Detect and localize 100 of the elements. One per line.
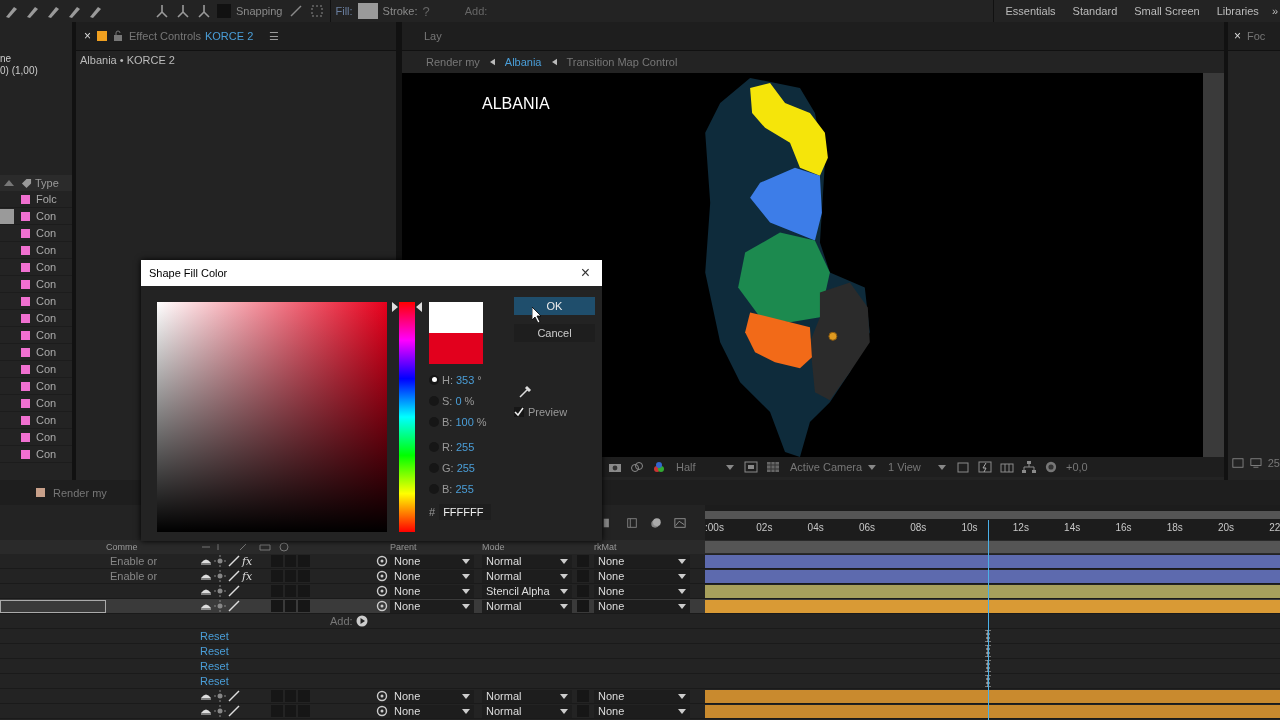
project-item[interactable]: Con xyxy=(36,295,57,307)
project-item[interactable]: Folc xyxy=(36,193,57,205)
project-item[interactable]: Con xyxy=(36,397,57,409)
breadcrumb[interactable]: Albania xyxy=(504,56,542,68)
project-item[interactable]: Con xyxy=(36,329,57,341)
grid-icon[interactable] xyxy=(766,461,780,473)
project-row[interactable]: Con xyxy=(0,378,72,395)
project-item[interactable]: Con xyxy=(36,346,57,358)
mode-dropdown[interactable]: Stencil Alpha xyxy=(482,584,572,598)
switch-box[interactable] xyxy=(298,600,310,612)
workspace-tab[interactable]: Libraries xyxy=(1208,5,1267,17)
mode-dropdown[interactable]: Normal xyxy=(482,689,572,703)
pick-whip-icon[interactable] xyxy=(376,600,388,612)
layer-bar[interactable] xyxy=(705,569,1280,583)
column-header[interactable]: Comme xyxy=(106,542,200,552)
pick-whip-icon[interactable] xyxy=(376,690,388,702)
reset-link[interactable]: Reset xyxy=(200,675,229,687)
project-row[interactable]: Con xyxy=(0,310,72,327)
layer-row[interactable]: Enable or fx None Normal None xyxy=(0,569,1280,584)
keyframe-icon[interactable] xyxy=(985,660,991,672)
pen-icon[interactable] xyxy=(228,690,240,702)
project-row[interactable]: Con xyxy=(0,344,72,361)
close-button[interactable]: × xyxy=(576,264,594,282)
camera-dropdown[interactable]: Active Camera xyxy=(788,461,878,473)
project-item[interactable]: Con xyxy=(36,448,57,460)
switch-box[interactable] xyxy=(577,600,589,612)
frames-icon[interactable] xyxy=(625,516,639,529)
project-item[interactable]: Con xyxy=(36,278,57,290)
project-row[interactable]: Con xyxy=(0,395,72,412)
eyedropper-icon[interactable] xyxy=(518,385,532,399)
project-row[interactable]: Con xyxy=(0,293,72,310)
layer-bar[interactable] xyxy=(705,599,1280,613)
pen-icon[interactable] xyxy=(228,585,240,597)
preview-checkbox[interactable] xyxy=(514,407,524,417)
exposure-icon[interactable] xyxy=(1044,461,1058,473)
layer-row[interactable]: None Normal None xyxy=(0,599,1280,614)
parent-dropdown[interactable]: None xyxy=(390,584,474,598)
toggle-icon[interactable] xyxy=(956,461,970,473)
pick-whip-icon[interactable] xyxy=(376,705,388,717)
menu-icon[interactable]: ☰ xyxy=(269,29,280,43)
sun-icon[interactable] xyxy=(214,555,226,567)
project-item[interactable]: Con xyxy=(36,261,57,273)
value-field[interactable]: 0 xyxy=(455,394,462,407)
pen-icon[interactable] xyxy=(228,600,240,612)
sun-icon[interactable] xyxy=(214,585,226,597)
project-row[interactable]: Con xyxy=(0,259,72,276)
reset-link[interactable]: Reset xyxy=(200,630,229,642)
value-field[interactable]: 255 xyxy=(456,440,475,453)
column-header[interactable]: rkMat xyxy=(594,542,690,552)
project-row[interactable]: Con xyxy=(0,412,72,429)
switch-box[interactable] xyxy=(271,600,283,612)
value-field[interactable]: 353 xyxy=(456,373,475,386)
saturation-brightness-field[interactable] xyxy=(157,302,387,532)
parent-dropdown[interactable]: None xyxy=(390,554,474,568)
ok-button[interactable]: OK xyxy=(514,297,595,315)
project-row[interactable]: Con xyxy=(0,225,72,242)
parent-dropdown[interactable]: None xyxy=(390,569,474,583)
reset-link[interactable]: Reset xyxy=(200,660,229,672)
hex-field[interactable]: FFFFFF xyxy=(439,504,492,520)
project-row[interactable]: Folc xyxy=(0,191,72,208)
value-field[interactable]: 255 xyxy=(455,482,474,495)
panel-tab[interactable]: Effect Controls xyxy=(129,30,201,42)
track-matte-dropdown[interactable]: None xyxy=(594,689,690,703)
parent-dropdown[interactable]: None xyxy=(390,689,474,703)
region-icon[interactable] xyxy=(744,461,758,473)
close-icon[interactable]: × xyxy=(84,29,91,43)
track-matte-dropdown[interactable]: None xyxy=(594,569,690,583)
layer-row[interactable]: None Stencil Alpha None xyxy=(0,584,1280,599)
panel-tab[interactable]: Foc xyxy=(1247,30,1266,42)
breadcrumb[interactable]: Render my xyxy=(426,56,480,68)
motion-blur-icon[interactable] xyxy=(649,516,663,529)
close-icon[interactable]: × xyxy=(1234,29,1241,43)
project-item[interactable]: Con xyxy=(36,244,57,256)
play-circle-icon[interactable] xyxy=(355,615,368,627)
value-field[interactable]: 255 xyxy=(456,461,475,474)
workspace-tab[interactable]: Essentials xyxy=(997,5,1064,17)
axis-icon[interactable] xyxy=(175,3,191,19)
pick-whip-icon[interactable] xyxy=(376,555,388,567)
fill-swatch[interactable] xyxy=(357,3,378,19)
effects-switch[interactable]: fx xyxy=(242,554,254,568)
project-item[interactable]: Con xyxy=(36,210,57,222)
layers-icon[interactable] xyxy=(1000,461,1014,473)
project-row[interactable]: Con xyxy=(0,361,72,378)
pick-whip-icon[interactable] xyxy=(376,570,388,582)
mode-dropdown[interactable]: Normal xyxy=(482,569,572,583)
project-item[interactable]: Con xyxy=(36,414,57,426)
mode-dropdown[interactable]: Normal xyxy=(482,554,572,568)
sort-icon[interactable] xyxy=(4,180,14,186)
back-arrow-icon[interactable] xyxy=(551,58,557,66)
lightning-icon[interactable] xyxy=(978,461,992,473)
workspace-more-button[interactable]: » xyxy=(1267,5,1280,17)
layer-name-field[interactable] xyxy=(0,599,106,613)
project-row[interactable]: Con xyxy=(0,208,72,225)
project-row[interactable]: Con xyxy=(0,429,72,446)
layer-bar[interactable] xyxy=(705,689,1280,703)
sun-icon[interactable] xyxy=(214,705,226,717)
keyframe-icon[interactable] xyxy=(985,675,991,687)
lock-icon[interactable] xyxy=(113,30,123,42)
axis-icon[interactable] xyxy=(154,3,170,19)
scrollbar[interactable] xyxy=(1203,73,1224,457)
